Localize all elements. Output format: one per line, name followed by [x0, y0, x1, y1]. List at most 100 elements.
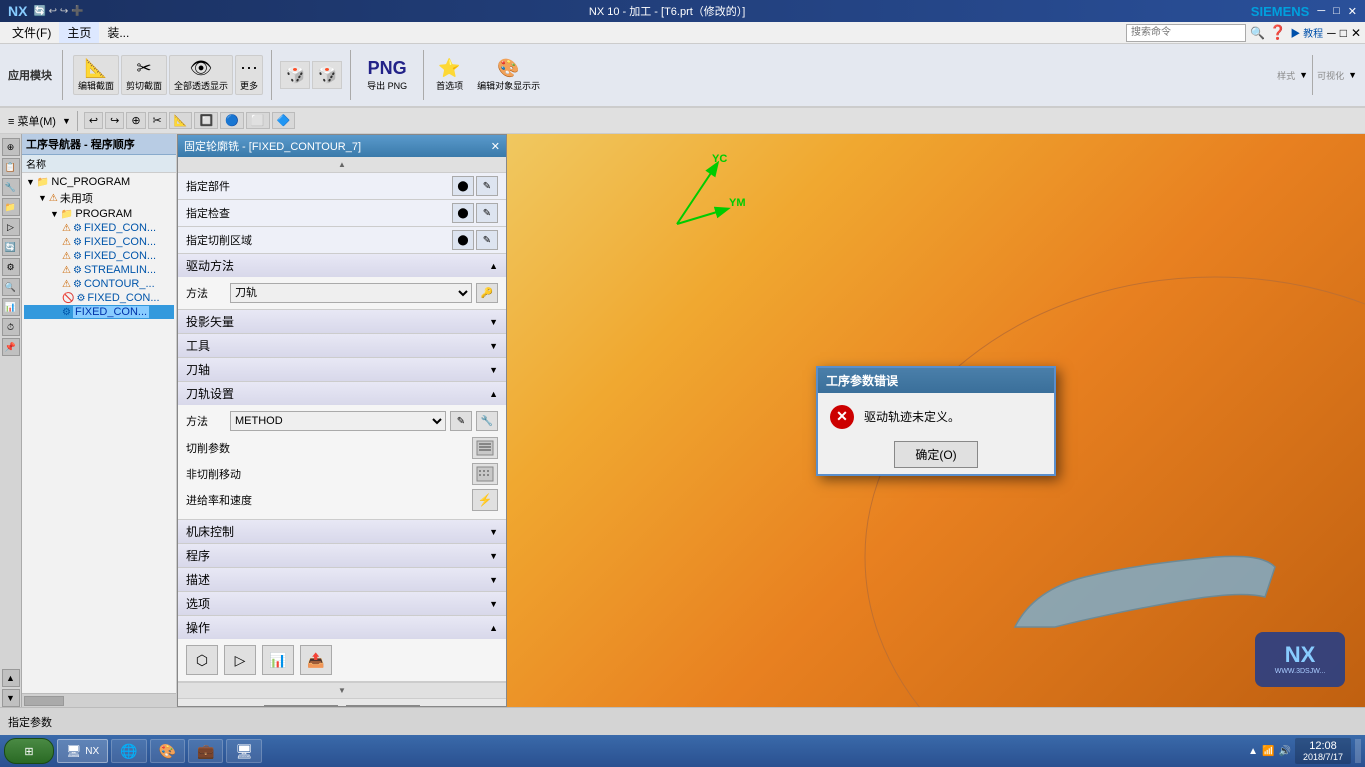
action-btn-replay[interactable]: ▷ — [224, 645, 256, 675]
specify-part-edit-btn[interactable]: ✎ — [476, 176, 498, 196]
method-select[interactable]: 刀轨 — [230, 283, 472, 303]
tb2-btn1[interactable]: ↩ — [84, 112, 103, 129]
tp-settings-btn[interactable]: 🔧 — [476, 411, 498, 431]
scroll-thumb[interactable] — [24, 696, 64, 706]
sidebar-icon-11[interactable]: 📌 — [2, 338, 20, 356]
tb2-btn9[interactable]: 🔷 — [272, 112, 296, 129]
method-edit-btn[interactable]: 🔑 — [476, 283, 498, 303]
tree-item-program[interactable]: ▼ 📁 PROGRAM — [24, 207, 174, 221]
feed-speed-btn[interactable]: ⚡ — [472, 489, 498, 511]
tb2-btn7[interactable]: 🔵 — [220, 112, 244, 129]
cut-section-btn[interactable]: ✂ 剪切截面 — [121, 55, 167, 95]
menu-home[interactable]: 主页 — [59, 22, 99, 43]
tb2-btn8[interactable]: ⬜ — [246, 112, 270, 129]
taskbar-btn-nx[interactable]: 🖥 NX — [57, 739, 108, 763]
sidebar-icon-2[interactable]: 📋 — [2, 158, 20, 176]
projection-header[interactable]: 投影矢量 ▼ — [178, 310, 506, 333]
tree-item-fixed4[interactable]: 🚫 ⚙ FIXED_CON... — [24, 291, 174, 305]
sidebar-icon-3[interactable]: 🔧 — [2, 178, 20, 196]
tree-item-fixed5[interactable]: ⚙ FIXED_CON... — [24, 305, 174, 319]
sidebar-icon-5[interactable]: ▷ — [2, 218, 20, 236]
search-input[interactable] — [1126, 24, 1246, 42]
machine-ctrl-header[interactable]: 机床控制 ▼ — [178, 520, 506, 543]
restore-btn[interactable]: □ — [1333, 5, 1340, 17]
actions-header[interactable]: 操作 ▲ — [178, 616, 506, 639]
minimize-btn[interactable]: ─ — [1317, 5, 1325, 17]
sidebar-icon-9[interactable]: 📊 — [2, 298, 20, 316]
more-btn[interactable]: ⋯ 更多 — [235, 55, 263, 95]
visual-dropdown[interactable]: ▼ — [1348, 70, 1357, 80]
edit-section-btn[interactable]: 📐 编辑截面 — [73, 55, 119, 95]
taskbar-btn-ie[interactable]: 🌐 — [111, 739, 146, 763]
sidebar-icon-bottom2[interactable]: ▼ — [2, 689, 20, 707]
sidebar-icon-8[interactable]: 🔍 — [2, 278, 20, 296]
cut-params-btn[interactable] — [472, 437, 498, 459]
action-btn-generate[interactable]: ⬡ — [186, 645, 218, 675]
scroll-up-arrow[interactable]: ▲ — [338, 160, 346, 169]
edit-display-btn[interactable]: 🎨 编辑对象显示示 — [473, 56, 544, 94]
drive-method-header[interactable]: 驱动方法 ▲ — [178, 254, 506, 277]
taskbar-btn-app3[interactable]: 🎨 — [150, 739, 185, 763]
tree-item-fixed3[interactable]: ⚠ ⚙ FIXED_CON... — [24, 249, 174, 263]
tree-item-fixed2[interactable]: ⚠ ⚙ FIXED_CON... — [24, 235, 174, 249]
menu-file[interactable]: 文件(F) — [4, 22, 59, 43]
tray-show-hidden[interactable]: ▲ — [1248, 746, 1258, 757]
window-restore[interactable]: □ — [1340, 26, 1347, 40]
sidebar-icon-6[interactable]: 🔄 — [2, 238, 20, 256]
sidebar-icon-4[interactable]: 📁 — [2, 198, 20, 216]
non-cut-btn[interactable] — [472, 463, 498, 485]
sidebar-icon-bottom1[interactable]: ▲ — [2, 669, 20, 687]
style-dropdown[interactable]: ▼ — [1299, 70, 1308, 80]
tb2-btn2[interactable]: ↪ — [105, 112, 124, 129]
search-icon[interactable]: 🔍 — [1250, 26, 1265, 40]
tp-method-select[interactable]: METHOD — [230, 411, 446, 431]
dialog-close-btn[interactable]: ✕ — [491, 140, 500, 153]
tool-axis-header[interactable]: 刀轴 ▼ — [178, 358, 506, 381]
help-icon[interactable]: ❓ — [1269, 24, 1286, 41]
tb2-menu[interactable]: ≡ 菜单(M) — [4, 113, 60, 129]
program-header[interactable]: 程序 ▼ — [178, 544, 506, 567]
specify-check-select-btn[interactable]: ⬤ — [452, 203, 474, 223]
window-close[interactable]: ✕ — [1351, 26, 1361, 40]
tb2-btn4[interactable]: ✂ — [148, 112, 167, 129]
description-header[interactable]: 描述 ▼ — [178, 568, 506, 591]
tutorial-btn[interactable]: ▶ 教程 — [1290, 25, 1323, 40]
png-export-btn[interactable]: PNG 导出 PNG — [359, 56, 415, 94]
close-btn[interactable]: ✕ — [1348, 5, 1357, 18]
tray-show-desktop[interactable] — [1355, 739, 1361, 763]
tb2-btn6[interactable]: 🔲 — [194, 112, 218, 129]
3d-box2[interactable]: 🎲 — [312, 61, 342, 89]
tp-edit-btn[interactable]: ✎ — [450, 411, 472, 431]
tool-header[interactable]: 工具 ▼ — [178, 334, 506, 357]
tree-item-nc-program[interactable]: ▼ 📁 NC_PROGRAM — [24, 175, 174, 189]
tb2-btn5[interactable]: 📐 — [169, 112, 193, 129]
taskbar-btn-app5[interactable]: 🖥 — [226, 739, 262, 763]
modal-ok-button[interactable]: 确定(O) — [894, 441, 977, 468]
specify-cut-select-btn[interactable]: ⬤ — [452, 230, 474, 250]
sidebar-icon-1[interactable]: ⊕ — [2, 138, 20, 156]
show-all-btn[interactable]: 👁 全部透透显示 — [169, 55, 233, 95]
tree-item-unused[interactable]: ▼ ⚠ 未用项 — [24, 189, 174, 207]
tb2-btn3[interactable]: ⊕ — [126, 112, 145, 129]
sidebar-icon-10[interactable]: ⏱ — [2, 318, 20, 336]
menu-more[interactable]: 装... — [99, 22, 137, 43]
sidebar-icon-7[interactable]: ⚙ — [2, 258, 20, 276]
start-button[interactable]: ⊞ — [4, 738, 54, 764]
nav-scrollbar[interactable] — [22, 693, 176, 707]
taskbar-btn-app4[interactable]: 💼 — [188, 739, 223, 763]
window-min[interactable]: ─ — [1327, 26, 1336, 40]
specify-part-select-btn[interactable]: ⬤ — [452, 176, 474, 196]
3d-box1[interactable]: 🎲 — [280, 61, 310, 89]
tree-item-streamline[interactable]: ⚠ ⚙ STREAMLIN... — [24, 263, 174, 277]
tree-item-contour[interactable]: ⚠ ⚙ CONTOUR_... — [24, 277, 174, 291]
error-modal[interactable]: 工序参数错误 ✕ 驱动轨迹未定义。 确定(O) — [816, 366, 1056, 476]
specify-check-edit-btn[interactable]: ✎ — [476, 203, 498, 223]
scroll-down-area[interactable]: ▼ — [178, 682, 506, 698]
action-btn-chart[interactable]: 📊 — [262, 645, 294, 675]
toolpath-settings-header[interactable]: 刀轨设置 ▲ — [178, 382, 506, 405]
tree-item-fixed1[interactable]: ⚠ ⚙ FIXED_CON... — [24, 221, 174, 235]
specify-cut-edit-btn[interactable]: ✎ — [476, 230, 498, 250]
action-btn-export[interactable]: 📤 — [300, 645, 332, 675]
preferences-btn[interactable]: ⭐ 首选项 — [432, 56, 467, 94]
options-header[interactable]: 选项 ▼ — [178, 592, 506, 615]
